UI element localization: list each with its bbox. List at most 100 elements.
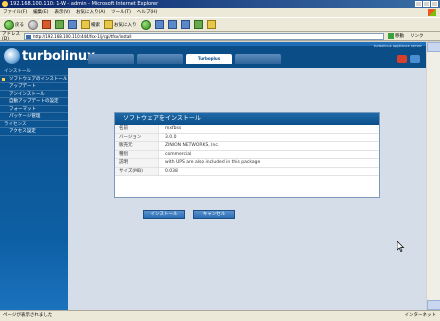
menu-file[interactable]: ファイル(F) — [3, 8, 27, 17]
tab-turboplus[interactable]: Turboplus — [186, 54, 232, 64]
table-row: 販売元 ZINION NETWORKS, Inc. — [115, 142, 379, 151]
refresh-icon — [55, 20, 64, 29]
window-title: 192.168.100.110: 1-W - admin - Microsoft… — [10, 1, 159, 7]
turbolinux-logo: turbolinux — [4, 48, 95, 64]
header-icons — [397, 55, 420, 63]
minimize-icon[interactable] — [415, 1, 422, 7]
messenger-button[interactable] — [206, 19, 216, 30]
row-key: サイズ(MB) — [115, 167, 159, 175]
links-label[interactable]: リンク — [410, 33, 424, 39]
help-icon[interactable] — [410, 55, 420, 63]
status-bar: ページが表示されました インターネット — [0, 310, 440, 321]
status-text: ページが表示されました — [3, 313, 53, 318]
sidebar-heading-install: インストール — [0, 68, 68, 76]
address-bar: アドレス(D) http://192.168.100.110:444/fsx-1… — [0, 31, 440, 42]
tab-4[interactable] — [235, 54, 281, 64]
install-dialog: ソフトウェアをインストール 名前 mxfbss バージョン 3.0.0 販売元 … — [114, 112, 380, 198]
table-row: バージョン 3.0.0 — [115, 133, 379, 142]
brand-strip — [0, 42, 426, 46]
sidebar-item-update[interactable]: アップデート — [0, 83, 68, 91]
security-zone: インターネット — [404, 313, 437, 318]
site-header: turbolinux turbolinux appliance server T… — [0, 42, 426, 68]
stop-icon — [42, 20, 51, 29]
edit-icon — [193, 20, 203, 29]
stop-button[interactable] — [42, 19, 51, 30]
vertical-scrollbar[interactable] — [426, 42, 440, 310]
address-label: アドレス(D) — [2, 31, 20, 42]
window-titlebar: 192.168.100.110: 1-W - admin - Microsoft… — [0, 0, 440, 8]
go-button[interactable]: 移動 — [388, 33, 404, 39]
header-top-link[interactable]: turbolinux appliance server — [374, 44, 422, 48]
row-value: mxfbss — [165, 126, 182, 131]
web-page: turbolinux turbolinux appliance server T… — [0, 42, 426, 310]
scroll-down-arrow-icon[interactable] — [427, 300, 440, 310]
mouse-cursor-icon — [397, 241, 405, 252]
browser-toolbar: 戻る 検索 お気に入り — [0, 17, 440, 32]
scroll-up-arrow-icon[interactable] — [427, 42, 440, 52]
sidebar-item-uninstall[interactable]: アンインストール — [0, 91, 68, 98]
tab-1[interactable] — [88, 54, 134, 64]
row-value: with UPS are also included in this packa… — [165, 160, 261, 165]
mail-button[interactable] — [167, 19, 177, 30]
close-icon[interactable] — [431, 1, 438, 7]
home-button[interactable] — [68, 19, 77, 30]
row-value: ZINION NETWORKS, Inc. — [165, 143, 220, 148]
sidebar-item-format[interactable]: フォーマット — [0, 106, 68, 113]
address-url: http://192.168.100.110:444/fsx-1/j/cgi/t… — [33, 33, 132, 39]
media-button[interactable] — [140, 19, 151, 30]
install-button[interactable]: インストール — [143, 210, 185, 219]
tab-2[interactable] — [137, 54, 183, 64]
forward-arrow-icon — [28, 19, 38, 30]
menu-help[interactable]: ヘルプ(H) — [137, 8, 157, 17]
address-input[interactable]: http://192.168.100.110:444/fsx-1/j/cgi/t… — [24, 32, 384, 40]
table-row: 種別 commercial — [115, 150, 379, 159]
window-controls — [415, 1, 438, 7]
active-star-icon — [2, 77, 5, 81]
sidebar-item-label: ソフトウェアのインストール — [9, 76, 68, 82]
go-arrow-icon — [388, 33, 394, 39]
search-label: 検索 — [91, 22, 100, 28]
page-icon — [26, 34, 31, 39]
windows-logo-icon — [428, 9, 436, 16]
row-key: 名前 — [115, 125, 159, 133]
edit-button[interactable] — [193, 19, 203, 30]
back-button[interactable]: 戻る — [4, 19, 24, 30]
header-tabs: Turboplus — [88, 54, 281, 64]
maximize-icon[interactable] — [423, 1, 430, 7]
favorites-label: お気に入り — [114, 22, 137, 28]
logout-icon[interactable] — [397, 55, 407, 63]
sidebar-item-access[interactable]: アクセス設定 — [0, 128, 68, 136]
row-key: 種別 — [115, 150, 159, 158]
ie-icon — [2, 1, 8, 7]
go-label: 移動 — [395, 34, 404, 39]
cancel-button[interactable]: キャンセル — [193, 210, 235, 219]
logo-mark-icon — [4, 48, 20, 64]
favorites-button[interactable]: お気に入り — [104, 19, 137, 30]
sidebar-item-package[interactable]: パッケージ管理 — [0, 113, 68, 121]
sidebar-heading-license[interactable]: ライセンス — [0, 121, 68, 128]
print-icon — [180, 20, 190, 29]
media-icon — [140, 19, 151, 30]
menu-favorites[interactable]: お気に入り(A) — [76, 8, 105, 17]
search-button[interactable]: 検索 — [81, 19, 100, 30]
menubar: ファイル(F) 編集(E) 表示(V) お気に入り(A) ツール(T) ヘルプ(… — [0, 8, 440, 17]
sidebar-item-auto-update[interactable]: 自動アップデートの設定 — [0, 98, 68, 106]
print-button[interactable] — [180, 19, 190, 30]
menu-tools[interactable]: ツール(T) — [111, 8, 131, 17]
back-arrow-icon — [4, 19, 14, 30]
forward-button[interactable] — [28, 19, 38, 30]
menu-view[interactable]: 表示(V) — [54, 8, 70, 17]
sidebar-item-software-install[interactable]: ソフトウェアのインストール — [0, 76, 68, 83]
menu-edit[interactable]: 編集(E) — [33, 8, 48, 17]
home-icon — [68, 20, 77, 29]
history-icon — [154, 20, 164, 29]
back-label: 戻る — [15, 22, 24, 28]
table-row: サイズ(MB) 0.038 — [115, 167, 379, 176]
row-value: 0.038 — [165, 168, 178, 174]
history-button[interactable] — [154, 19, 164, 30]
row-key: バージョン — [115, 133, 159, 141]
refresh-button[interactable] — [55, 19, 64, 30]
dialog-title: ソフトウェアをインストール — [115, 113, 379, 125]
sidebar-item-label: ライセンス — [4, 121, 27, 127]
star-icon — [104, 20, 113, 29]
